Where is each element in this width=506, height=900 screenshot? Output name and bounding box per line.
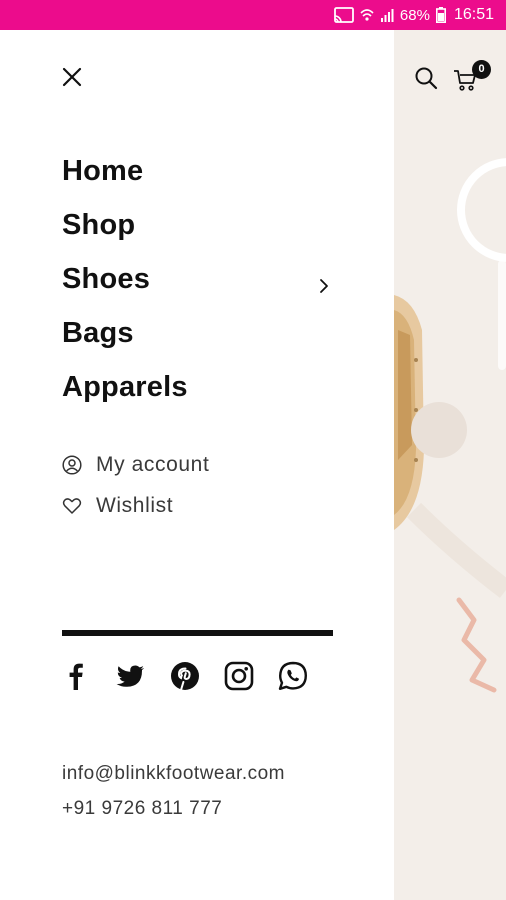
whatsapp-icon[interactable] — [278, 658, 332, 694]
instagram-icon[interactable] — [224, 658, 278, 694]
navigation-drawer: Home Shop Shoes Bags Apparels My account… — [0, 30, 394, 900]
user-circle-icon — [62, 454, 82, 475]
menu-item-home[interactable]: Home — [62, 144, 334, 198]
main-menu: Home Shop Shoes Bags Apparels — [62, 144, 334, 414]
status-bar: 68% 16:51 — [0, 0, 506, 30]
divider — [62, 630, 333, 636]
close-icon[interactable] — [60, 65, 84, 89]
search-icon[interactable] — [414, 66, 438, 90]
battery-percentage: 68% — [399, 6, 430, 24]
menu-item-shoes[interactable]: Shoes — [62, 252, 334, 306]
cart-count-badge: 0 — [472, 60, 491, 79]
my-account-label: My account — [96, 452, 210, 476]
account-links: My account Wishlist — [62, 444, 322, 526]
clock: 16:51 — [453, 6, 494, 23]
background-page — [394, 30, 506, 900]
contact-info: info@blinkkfootwear.com +91 9726 811 777 — [62, 760, 285, 830]
contact-email[interactable]: info@blinkkfootwear.com — [62, 760, 285, 795]
menu-item-shop[interactable]: Shop — [62, 198, 334, 252]
menu-item-bags[interactable]: Bags — [62, 306, 334, 360]
pinterest-icon[interactable] — [170, 658, 224, 694]
menu-item-apparels[interactable]: Apparels — [62, 360, 334, 414]
contact-phone[interactable]: +91 9726 811 777 — [62, 795, 285, 830]
wishlist-label: Wishlist — [96, 493, 174, 517]
twitter-icon[interactable] — [116, 658, 170, 694]
status-icons: 68% 16:51 — [334, 0, 494, 30]
my-account-link[interactable]: My account — [62, 444, 322, 485]
heart-icon — [62, 496, 82, 516]
social-links — [62, 658, 332, 694]
chevron-right-icon[interactable] — [318, 270, 330, 293]
wifi-icon — [360, 7, 374, 23]
cast-icon — [334, 7, 354, 23]
facebook-icon[interactable] — [62, 658, 116, 694]
product-image — [394, 158, 506, 693]
signal-icon — [380, 7, 394, 23]
menu-item-label: Shoes — [62, 262, 151, 295]
battery-icon — [435, 7, 446, 23]
wishlist-link[interactable]: Wishlist — [62, 485, 322, 526]
